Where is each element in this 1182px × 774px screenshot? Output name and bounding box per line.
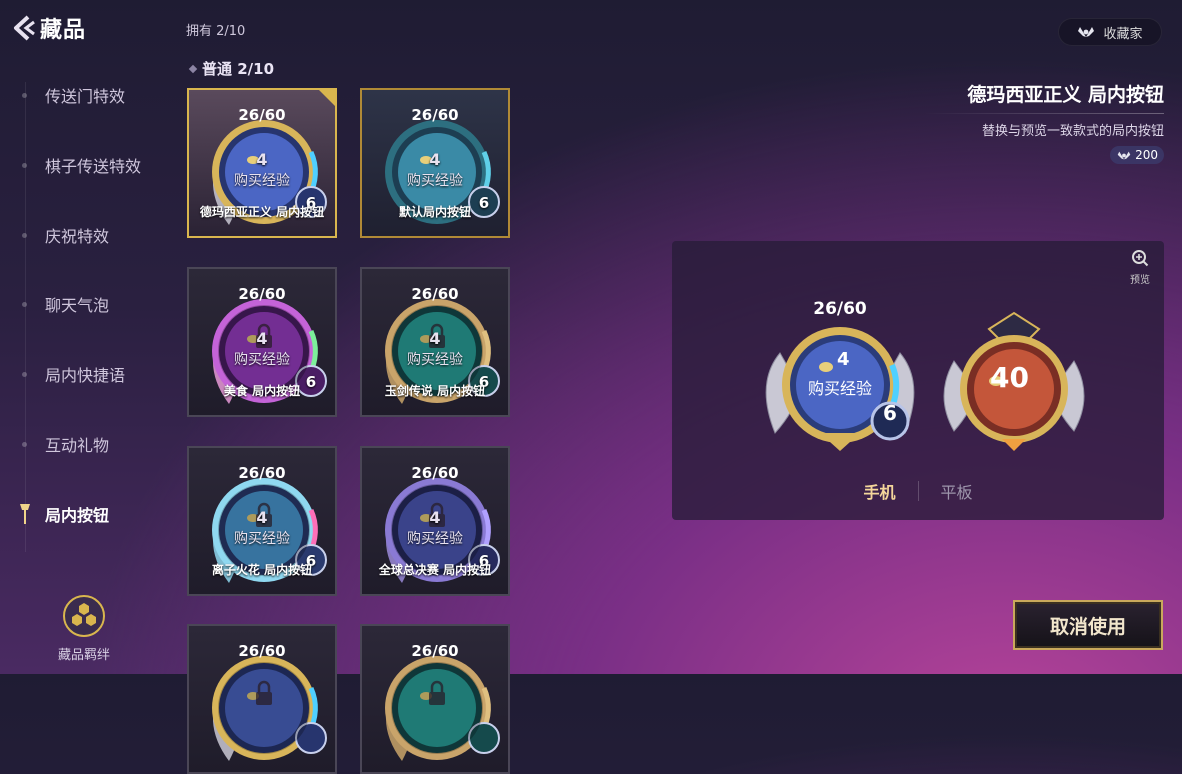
button-card[interactable]: 26/60 4 购买经验 6 玉剑传说 局内按钮 <box>360 267 510 417</box>
nav-dot <box>22 232 27 238</box>
sidebar-item-chat-bubble[interactable]: 聊天气泡 <box>0 284 175 324</box>
card-buy-label: 购买经验 <box>234 352 290 368</box>
preview-buy-label: 购买经验 <box>807 379 872 398</box>
collector-label: 收藏家 <box>1103 26 1143 42</box>
card-name: 全球总决赛 局内按钮 <box>378 563 492 577</box>
card-coin: 4 <box>429 150 441 169</box>
zoom-preview-button[interactable]: 预览 <box>1130 249 1150 286</box>
sidebar-item-portal[interactable]: 传送门特效 <box>0 75 175 115</box>
sidebar-item-label: 局内按钮 <box>45 506 110 525</box>
sidebar-item-label: 棋子传送特效 <box>45 157 142 176</box>
zoom-in-icon <box>1132 250 1149 267</box>
card-name: 玉剑传说 局内按钮 <box>384 384 486 398</box>
card-buy-label: 购买经验 <box>407 173 463 189</box>
cancel-use-button[interactable]: 取消使用 <box>1013 600 1163 650</box>
equipped-corner-mark <box>319 90 335 106</box>
card-buy-label: 购买经验 <box>407 531 463 547</box>
card-count: 26/60 <box>238 464 286 482</box>
card-buy-label: 购买经验 <box>234 173 290 189</box>
price-badge: 200 <box>1110 146 1164 164</box>
card-name: 德玛西亚正义 局内按钮 <box>199 205 325 219</box>
key-icon <box>20 504 30 524</box>
card-count: 26/60 <box>238 285 286 303</box>
bond-label: 藏品羁绊 <box>57 648 110 663</box>
chevron-left-icon <box>14 15 35 41</box>
nav-dot <box>22 301 27 307</box>
sidebar-item-celebration[interactable]: 庆祝特效 <box>0 215 175 255</box>
nav-dot <box>22 441 27 447</box>
page-title: 藏品 <box>40 18 87 43</box>
sidebar-item-label: 聊天气泡 <box>45 296 110 315</box>
sidebar-item-ingame-button[interactable]: 局内按钮 <box>0 494 175 534</box>
button-card[interactable]: 26/60 4 购买经验 6 离子火花 局内按钮 <box>187 446 337 596</box>
sidebar-item-gift[interactable]: 互动礼物 <box>0 424 175 464</box>
sidebar-item-piece-teleport[interactable]: 棋子传送特效 <box>0 145 175 185</box>
section-label: 普通 2/10 <box>188 58 275 79</box>
sidebar-item-quick-chat[interactable]: 局内快捷语 <box>0 354 175 394</box>
divider <box>924 113 1164 114</box>
detail-description: 替换与预览一致款式的局内按钮 <box>981 124 1164 139</box>
card-coin: 4 <box>256 508 268 527</box>
button-card[interactable]: 26/60 <box>187 624 337 774</box>
nav-dot <box>22 371 27 377</box>
nav-dot <box>22 162 27 168</box>
collector-button[interactable]: 收藏家 <box>1058 18 1162 46</box>
card-count: 26/60 <box>411 642 459 660</box>
preview-count: 26/60 <box>813 299 867 319</box>
wings-icon <box>1117 151 1131 159</box>
sidebar-item-label: 传送门特效 <box>45 87 126 106</box>
preview-level: 6 <box>883 401 897 425</box>
button-card[interactable]: 26/60 4 购买经验 6 默认局内按钮 <box>360 88 510 238</box>
price-value: 200 <box>1135 148 1158 162</box>
card-count: 26/60 <box>411 464 459 482</box>
sidebar: 传送门特效 棋子传送特效 庆祝特效 聊天气泡 局内快捷语 互动礼物 局内按钮 <box>0 60 175 560</box>
tab-tablet[interactable]: 平板 <box>941 479 973 503</box>
card-name: 默认局内按钮 <box>398 205 471 219</box>
tab-separator <box>917 481 919 501</box>
card-count: 26/60 <box>238 106 286 124</box>
card-count: 26/60 <box>411 106 459 124</box>
sidebar-item-label: 互动礼物 <box>45 436 110 455</box>
button-card[interactable]: 26/60 4 购买经验 6 德玛西亚正义 局内按钮 <box>187 88 337 238</box>
button-card[interactable]: 26/60 4 购买经验 6 全球总决赛 局内按钮 <box>360 446 510 596</box>
preview-panel: 预览 26/60 4 购买经验 6 40 手机 平板 <box>672 241 1164 520</box>
card-coin: 4 <box>256 150 268 169</box>
diamond-icon <box>188 64 198 73</box>
card-count: 26/60 <box>238 642 286 660</box>
preview-coin-value: 4 <box>837 349 850 370</box>
preview-refresh-value: 40 <box>990 361 1029 394</box>
zoom-label: 预览 <box>1130 275 1150 286</box>
back-button[interactable]: 藏品 <box>10 12 86 44</box>
honeycomb-icon <box>63 595 105 637</box>
button-card[interactable]: 26/60 4 购买经验 6 美食 局内按钮 <box>187 267 337 417</box>
wings-icon <box>1078 27 1095 37</box>
card-name: 离子火花 局内按钮 <box>211 563 313 577</box>
nav-dot <box>22 92 27 98</box>
owned-count: 拥有 2/10 <box>186 24 246 39</box>
device-tabs: 手机 平板 <box>672 479 1164 503</box>
card-name: 美食 局内按钮 <box>223 384 301 398</box>
card-coin: 4 <box>429 329 441 348</box>
section-label-text: 普通 2/10 <box>202 60 275 78</box>
tab-phone[interactable]: 手机 <box>863 479 895 503</box>
card-coin: 4 <box>256 329 268 348</box>
card-buy-label: 购买经验 <box>234 531 290 547</box>
collection-bond-button[interactable]: 藏品羁绊 <box>52 594 116 663</box>
sidebar-item-label: 庆祝特效 <box>45 227 110 246</box>
sidebar-item-label: 局内快捷语 <box>45 366 126 385</box>
card-buy-label: 购买经验 <box>407 352 463 368</box>
button-card[interactable]: 26/60 <box>360 624 510 774</box>
detail-title: 德玛西亚正义 局内按钮 <box>967 84 1164 106</box>
card-coin: 4 <box>429 508 441 527</box>
card-count: 26/60 <box>411 285 459 303</box>
